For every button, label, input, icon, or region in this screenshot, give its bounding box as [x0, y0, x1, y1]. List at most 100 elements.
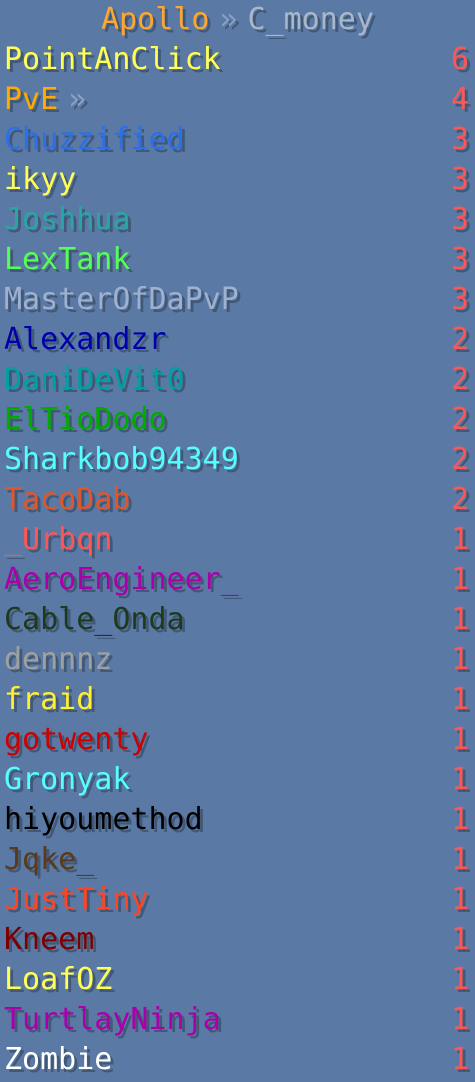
- player-name: ElTioDodo: [4, 400, 167, 440]
- player-score: 1: [450, 682, 469, 717]
- player-name-suffix: »: [68, 82, 87, 117]
- player-name: Sharkbob94349: [4, 440, 239, 480]
- player-name-text: gotwenty: [4, 722, 149, 757]
- player-name: gotwenty: [4, 720, 149, 760]
- player-score: 6: [450, 42, 469, 77]
- player-score: 1: [450, 962, 469, 997]
- scoreboard-row: ElTioDodo 2: [0, 400, 475, 440]
- player-name: AeroEngineer_: [4, 560, 239, 600]
- player-score: 2: [450, 362, 469, 397]
- scoreboard-rows: PointAnClick 6 PvE» 4 Chuzzified 3 ikyy 3 Joshhu…: [0, 40, 475, 1080]
- player-score: 2: [450, 322, 469, 357]
- scoreboard-row: Cable_Onda 1: [0, 600, 475, 640]
- player-score: 4: [450, 82, 469, 117]
- player-name: dennnz: [4, 640, 112, 680]
- player-score: 1: [450, 882, 469, 917]
- player-name-text: TacoDab: [4, 482, 131, 517]
- player-name: Chuzzified: [4, 120, 185, 160]
- objective-name: C_money: [247, 2, 374, 37]
- scoreboard-row: Alexandzr 2: [0, 320, 475, 360]
- title-separator: »: [219, 2, 238, 37]
- scoreboard-row: dennnz 1: [0, 640, 475, 680]
- player-name: TurtlayNinja: [4, 1000, 221, 1040]
- player-score: 1: [450, 722, 469, 757]
- scoreboard-row: AeroEngineer_ 1: [0, 560, 475, 600]
- player-score: 1: [450, 842, 469, 877]
- player-name-text: Cable_Onda: [4, 602, 185, 637]
- player-score: 2: [450, 442, 469, 477]
- player-score: 1: [450, 1002, 469, 1037]
- player-name-text: LoafOZ: [4, 962, 113, 997]
- scoreboard-row: hiyoumethod 1: [0, 800, 475, 840]
- player-name-text: DaniDeVit0: [4, 362, 185, 397]
- player-name: JustTiny: [4, 880, 149, 920]
- player-score: 3: [450, 202, 469, 237]
- player-name-text: Chuzzified: [4, 122, 185, 157]
- scoreboard-row: Zombie 1: [0, 1040, 475, 1080]
- player-name-text: AeroEngineer_: [4, 562, 239, 597]
- player-name: ikyy: [4, 160, 76, 200]
- player-name-text: MasterOfDaPvP: [4, 282, 239, 317]
- scoreboard-row: _Urbqn 1: [0, 520, 475, 560]
- player-name: DaniDeVit0: [4, 360, 185, 400]
- player-name-text: PvE: [4, 82, 59, 117]
- scoreboard-panel: Apollo» C_money PointAnClick 6 PvE» 4 Chuzzif…: [0, 0, 475, 1082]
- scoreboard-row: Jqke_ 1: [0, 840, 475, 880]
- player-name: PvE »: [4, 80, 86, 120]
- player-name-text: hiyoumethod: [4, 802, 203, 837]
- player-score: 1: [450, 562, 469, 597]
- player-name: PointAnClick: [4, 40, 221, 80]
- scoreboard-row: TacoDab 2: [0, 480, 475, 520]
- player-score: 2: [450, 482, 469, 517]
- scoreboard-row: fraid 1: [0, 680, 475, 720]
- player-score: 1: [450, 602, 469, 637]
- player-name: Cable_Onda: [4, 600, 185, 640]
- scoreboard-row: MasterOfDaPvP 3: [0, 280, 475, 320]
- scoreboard-row: Sharkbob94349 2: [0, 440, 475, 480]
- player-name: Kneem: [4, 920, 94, 960]
- scoreboard-row: gotwenty 1: [0, 720, 475, 760]
- player-name: LexTank: [4, 240, 130, 280]
- player-name: Joshhua: [4, 200, 130, 240]
- player-score: 3: [450, 282, 469, 317]
- player-score: 1: [450, 642, 469, 677]
- scoreboard-row: ikyy 3: [0, 160, 475, 200]
- scoreboard-title: Apollo » C_money: [0, 0, 475, 40]
- player-name: Jqke_: [4, 840, 94, 880]
- scoreboard-row: TurtlayNinja 1: [0, 1000, 475, 1040]
- scoreboard-row: Kneem 1: [0, 920, 475, 960]
- player-name: Gronyak: [4, 760, 130, 800]
- player-name-text: Kneem: [4, 922, 95, 957]
- player-name: LoafOZ: [4, 960, 112, 1000]
- player-name: Zombie: [4, 1040, 112, 1080]
- player-name: TacoDab: [4, 480, 130, 520]
- scoreboard-row: JustTiny 1: [0, 880, 475, 920]
- player-name-text: ikyy: [4, 162, 77, 197]
- player-score: 2: [450, 402, 469, 437]
- scoreboard-row: LoafOZ 1: [0, 960, 475, 1000]
- player-name-text: dennnz: [4, 642, 113, 677]
- player-name-text: Jqke_: [4, 842, 95, 877]
- player-name-text: ElTioDodo: [4, 402, 167, 437]
- player-name-text: PointAnClick: [4, 42, 221, 77]
- player-score: 1: [450, 802, 469, 837]
- player-score: 1: [450, 522, 469, 557]
- player-name-text: Joshhua: [4, 202, 131, 237]
- scoreboard-row: LexTank 3: [0, 240, 475, 280]
- scoreboard-row: Gronyak 1: [0, 760, 475, 800]
- scoreboard-row: PointAnClick 6: [0, 40, 475, 80]
- player-score: 3: [450, 242, 469, 277]
- player-name-text: Sharkbob94349: [4, 442, 239, 477]
- scoreboard-row: DaniDeVit0 2: [0, 360, 475, 400]
- player-name-text: JustTiny: [4, 882, 149, 917]
- player-name-text: Gronyak: [4, 762, 131, 797]
- player-name: hiyoumethod: [4, 800, 203, 840]
- player-score: 1: [450, 1042, 469, 1077]
- scoreboard-row: Chuzzified 3: [0, 120, 475, 160]
- player-name: Alexandzr: [4, 320, 167, 360]
- player-score: 3: [450, 162, 469, 197]
- player-name-text: LexTank: [4, 242, 131, 277]
- player-name-text: Alexandzr: [4, 322, 167, 357]
- scoreboard-row: PvE » 4: [0, 80, 475, 120]
- player-name: fraid: [4, 680, 94, 720]
